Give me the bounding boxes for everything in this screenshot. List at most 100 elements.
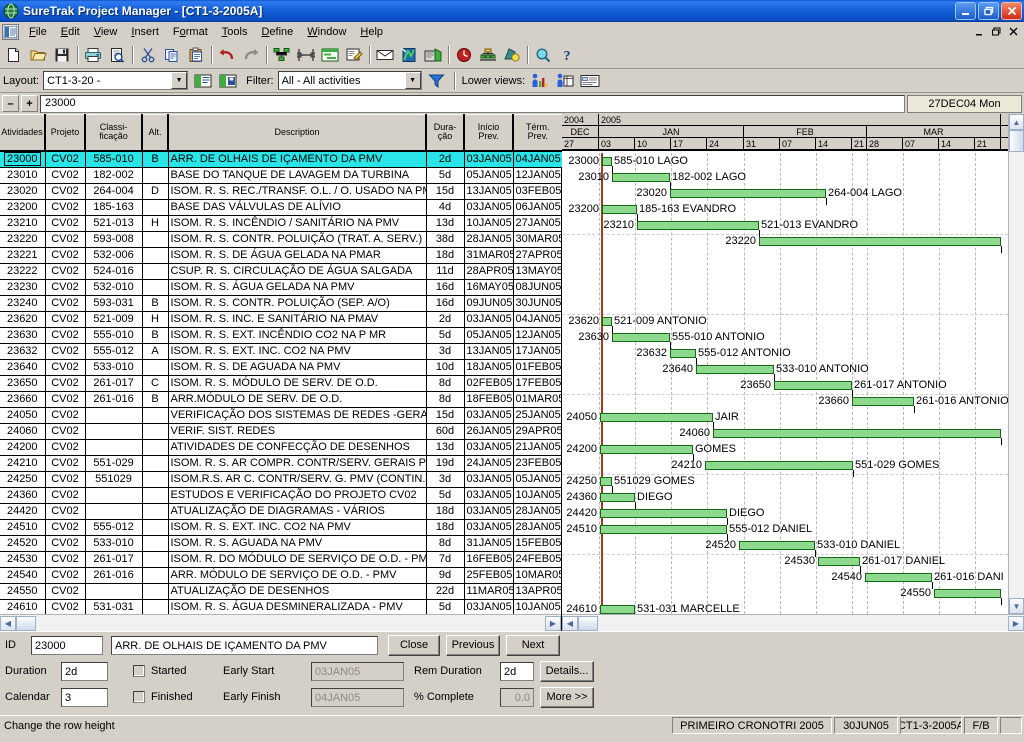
description-input[interactable]: ARR. DE OLHAIS DE IÇAMENTO DA PMV	[111, 635, 378, 655]
cell-alt[interactable]	[142, 567, 169, 584]
table-row[interactable]: 24550 CV02 ATUALIZAÇÃO DE DESENHOS 22d 11MAR…	[0, 583, 563, 600]
col-header-atividades[interactable]: Atividades	[0, 114, 46, 152]
cell-finish[interactable]: 05JAN05	[513, 471, 563, 488]
cell-duration[interactable]: 15d	[426, 407, 465, 424]
started-checkbox[interactable]	[133, 665, 145, 677]
cell-description[interactable]: ESTUDOS E VERIFICAÇÃO DO PROJETO CV02	[168, 487, 427, 504]
cell-start[interactable]: 10JAN05	[464, 215, 514, 232]
gantt-view-icon[interactable]	[318, 44, 342, 67]
calendar-input[interactable]: 3	[61, 687, 108, 707]
cell-activity[interactable]: 23630	[0, 327, 46, 344]
new-icon[interactable]	[2, 44, 26, 67]
link-activities-icon[interactable]	[294, 44, 318, 67]
cell-finish[interactable]: 24FEB05	[513, 551, 563, 568]
cell-project[interactable]: CV02	[45, 295, 86, 312]
activity-form-button[interactable]	[579, 70, 601, 91]
gantt-bar[interactable]	[705, 461, 853, 470]
gantt-hscroll-thumb[interactable]	[578, 615, 598, 631]
cell-alt[interactable]	[142, 407, 169, 424]
cell-start[interactable]: 13JAN05	[464, 343, 514, 360]
col-header-classificacao[interactable]: Classi-ficação	[85, 114, 143, 152]
table-row[interactable]: 24520 CV02 533-010 ISOM. R. S. AGUADA NA PM…	[0, 535, 563, 552]
cell-description[interactable]: ISOM. R. S. ÁGUA DESMINERALIZADA - PMV	[168, 599, 427, 616]
id-input[interactable]: 23000	[31, 635, 103, 655]
cell-finish[interactable]: 10MAR05	[513, 567, 563, 584]
cell-classification[interactable]: 555-010	[85, 327, 143, 344]
cell-alt[interactable]	[142, 359, 169, 376]
cell-start[interactable]: 02FEB05	[464, 375, 514, 392]
cell-description[interactable]: BASE DO TANQUE DE LAVAGEM DA TURBINA	[168, 167, 427, 184]
cut-icon[interactable]	[136, 44, 160, 67]
gantt-bar[interactable]	[612, 173, 670, 182]
col-header-duracao[interactable]: Dura-ção	[426, 114, 465, 152]
gantt-bar[interactable]	[600, 525, 727, 534]
cell-activity[interactable]: 23222	[0, 263, 46, 280]
table-row[interactable]: 23210 CV02 521-013 H ISOM. R. S. INCÊNDIO / …	[0, 215, 563, 232]
duration-input[interactable]: 2d	[61, 661, 108, 681]
cell-alt[interactable]	[142, 535, 169, 552]
cell-description[interactable]: ISOM. R. S. EXT. INC. CO2 NA PMV	[168, 343, 427, 360]
gantt-bar[interactable]	[696, 365, 774, 374]
chevron-down-icon[interactable]: ▼	[171, 72, 188, 89]
cell-duration[interactable]: 19d	[426, 455, 465, 472]
cell-description[interactable]: ISOM. R. S. REC./TRANSF. O.L. / O. USADO…	[168, 183, 427, 200]
cell-start[interactable]: 03JAN05	[464, 439, 514, 456]
cell-project[interactable]: CV02	[45, 583, 86, 600]
cell-activity[interactable]: 24540	[0, 567, 46, 584]
next-button[interactable]: Next	[506, 634, 560, 656]
cell-project[interactable]: CV02	[45, 551, 86, 568]
cell-duration[interactable]: 3d	[426, 471, 465, 488]
gantt-bar[interactable]	[600, 445, 693, 454]
table-row[interactable]: 24420 CV02 ATUALIZAÇÃO DE DIAGRAMAS - VÁRI…	[0, 503, 563, 520]
table-row[interactable]: 23650 CV02 261-017 C ISOM. R. S. MÓDULO DE S…	[0, 375, 563, 392]
cell-alt[interactable]	[142, 583, 169, 600]
cell-project[interactable]: CV02	[45, 343, 86, 360]
cell-classification[interactable]: 261-017	[85, 551, 143, 568]
cell-project[interactable]: CV02	[45, 455, 86, 472]
layout-combo[interactable]: CT1-3-20 - ▼	[43, 71, 189, 90]
cell-classification[interactable]: 261-017	[85, 375, 143, 392]
gantt-bar[interactable]	[600, 493, 635, 502]
cell-duration[interactable]: 8d	[426, 535, 465, 552]
cell-alt[interactable]	[142, 199, 169, 216]
cell-project[interactable]: CV02	[45, 391, 86, 408]
window-minimize-button[interactable]	[955, 2, 976, 20]
table-row[interactable]: 24060 CV02 VERIF. SIST. REDES 60d 26JAN05 29A…	[0, 423, 563, 440]
cell-duration[interactable]: 10d	[426, 359, 465, 376]
rem-duration-input[interactable]: 2d	[500, 661, 534, 681]
cell-start[interactable]: 24JAN05	[464, 455, 514, 472]
cell-description[interactable]: ISOM. R. DO MÓDULO DE SERVIÇO DE O.D. - …	[168, 551, 427, 568]
cell-project[interactable]: CV02	[45, 215, 86, 232]
gantt-bar[interactable]	[934, 589, 1001, 598]
cell-duration[interactable]: 3d	[426, 343, 465, 360]
cell-activity[interactable]: 23020	[0, 183, 46, 200]
table-row[interactable]: 23020 CV02 264-004 D ISOM. R. S. REC./TRANSF…	[0, 183, 563, 200]
cell-duration[interactable]: 5d	[426, 487, 465, 504]
cell-description[interactable]: ISOM. R. S. DE ÁGUA GELADA NA PMAR	[168, 247, 427, 264]
cell-alt[interactable]: B	[142, 295, 169, 312]
gantt-bar[interactable]	[612, 333, 670, 342]
gantt-bar[interactable]	[670, 349, 696, 358]
grid-hscroll-thumb[interactable]	[16, 615, 36, 631]
cell-project[interactable]: CV02	[45, 599, 86, 616]
scroll-down-icon[interactable]: ▼	[1009, 598, 1024, 614]
gantt-bar[interactable]	[600, 413, 713, 422]
table-row[interactable]: 23620 CV02 521-009 H ISOM. R. S. INC. E SANI…	[0, 311, 563, 328]
cell-activity[interactable]: 23000	[0, 150, 46, 168]
resource-table-button[interactable]	[554, 70, 576, 91]
cell-finish[interactable]: 23FEB05	[513, 455, 563, 472]
cell-activity[interactable]: 23240	[0, 295, 46, 312]
cell-description[interactable]: BASE DAS VÁLVULAS DE ALÍVIO	[168, 199, 427, 216]
cell-project[interactable]: CV02	[45, 279, 86, 296]
cell-alt[interactable]: B	[142, 391, 169, 408]
level-resources-icon[interactable]	[476, 44, 500, 67]
save-layout-button[interactable]	[217, 70, 239, 91]
cell-alt[interactable]	[142, 439, 169, 456]
table-row[interactable]: 24360 CV02 ESTUDOS E VERIFICAÇÃO DO PROJET…	[0, 487, 563, 504]
cell-description[interactable]: ISOM. R. S. AGUADA NA PMV	[168, 535, 427, 552]
cell-duration[interactable]: 22d	[426, 583, 465, 600]
cell-classification[interactable]: 555-012	[85, 343, 143, 360]
cell-project[interactable]: CV02	[45, 183, 86, 200]
cell-start[interactable]: 03JAN05	[464, 471, 514, 488]
cell-classification[interactable]	[85, 487, 143, 504]
